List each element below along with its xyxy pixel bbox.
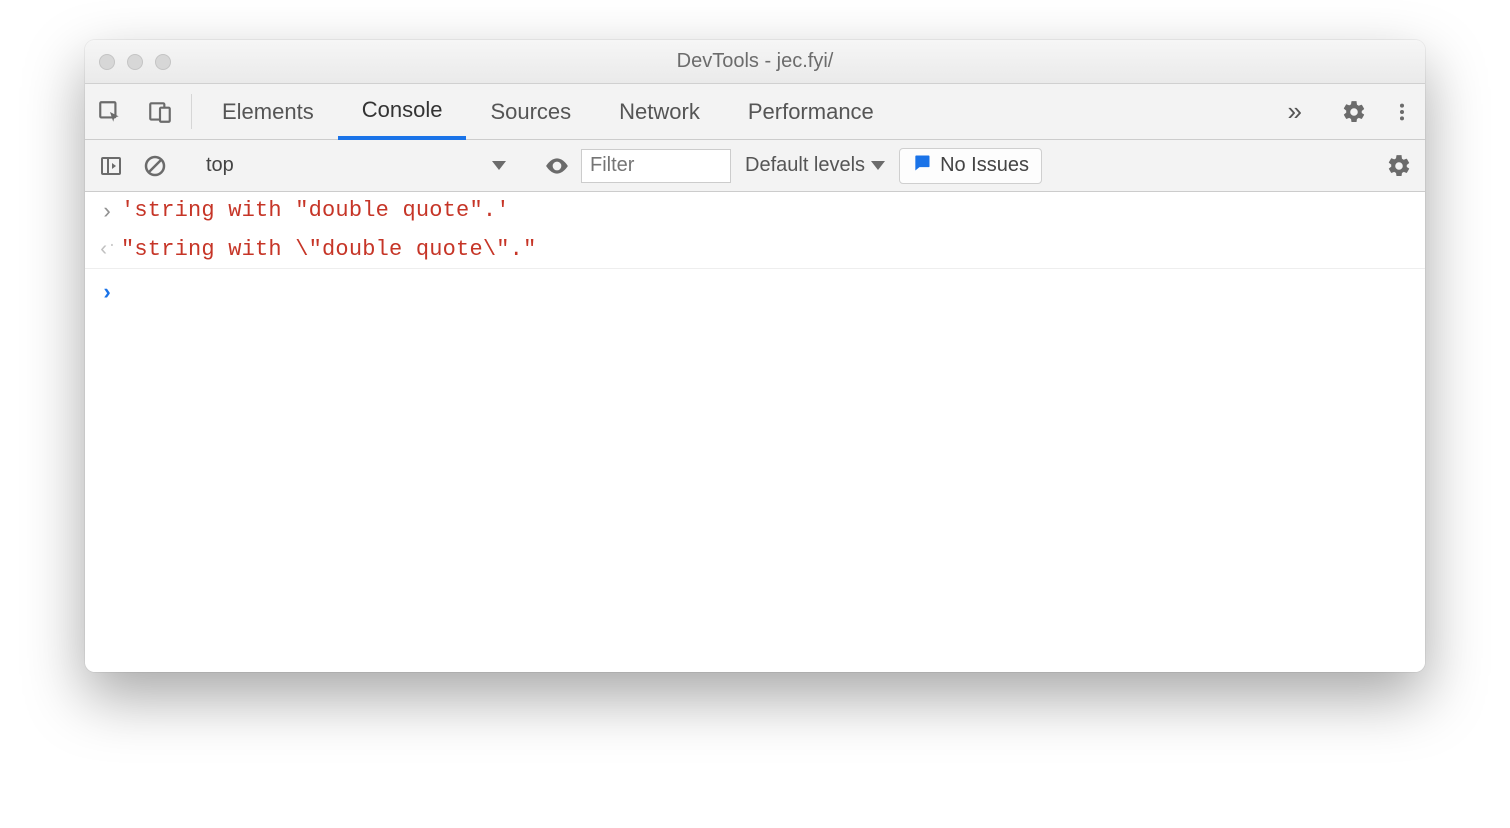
console-output-text: "string with \"double quote\"." — [121, 237, 536, 262]
main-tabs-bar: Elements Console Sources Network Perform… — [85, 84, 1425, 140]
window-title: DevTools - jec.fyi/ — [85, 50, 1425, 73]
context-label: top — [206, 154, 234, 177]
console-prompt-input[interactable] — [121, 279, 1415, 303]
issues-label: No Issues — [940, 154, 1029, 177]
device-toolbar-icon[interactable] — [135, 84, 185, 139]
more-tabs-icon[interactable]: » — [1274, 96, 1316, 127]
chevron-down-icon — [871, 161, 885, 170]
tab-label: Console — [362, 97, 443, 123]
tab-performance[interactable]: Performance — [724, 84, 898, 139]
console-output: 'string with "double quote".' "string wi… — [85, 192, 1425, 672]
traffic-close[interactable] — [99, 54, 115, 70]
traffic-zoom[interactable] — [155, 54, 171, 70]
issues-button[interactable]: No Issues — [899, 148, 1042, 184]
console-row-input: 'string with "double quote".' — [85, 192, 1425, 231]
issues-icon — [912, 153, 932, 179]
tabs-right: » — [1274, 84, 1425, 139]
tab-label: Network — [619, 99, 700, 125]
clear-console-icon[interactable] — [135, 146, 175, 186]
console-toolbar: top Default levels No Issues — [85, 140, 1425, 192]
inspect-element-icon[interactable] — [85, 84, 135, 139]
console-row-output: "string with \"double quote\"." — [85, 231, 1425, 269]
tab-elements[interactable]: Elements — [198, 84, 338, 139]
context-selector[interactable]: top — [196, 154, 516, 177]
console-settings-gear-icon[interactable] — [1379, 146, 1419, 186]
tabs-container: Elements Console Sources Network Perform… — [198, 84, 1274, 139]
levels-label: Default levels — [745, 154, 865, 177]
log-levels-selector[interactable]: Default levels — [735, 154, 895, 177]
tab-console[interactable]: Console — [338, 84, 467, 140]
kebab-menu-icon[interactable] — [1379, 101, 1425, 123]
input-chevron-icon — [93, 198, 121, 225]
console-prompt-row[interactable] — [85, 269, 1425, 312]
tab-network[interactable]: Network — [595, 84, 724, 139]
console-sidebar-toggle-icon[interactable] — [91, 146, 131, 186]
tab-label: Sources — [490, 99, 571, 125]
filter-input[interactable] — [581, 149, 731, 183]
tab-label: Performance — [748, 99, 874, 125]
traffic-lights — [99, 54, 171, 70]
prompt-chevron-icon — [93, 279, 121, 306]
chevron-down-icon — [492, 161, 506, 170]
settings-gear-icon[interactable] — [1329, 99, 1379, 125]
devtools-window: DevTools - jec.fyi/ Elements Console Sou… — [85, 40, 1425, 672]
output-chevron-icon — [93, 237, 121, 262]
tab-sources[interactable]: Sources — [466, 84, 595, 139]
tab-label: Elements — [222, 99, 314, 125]
titlebar: DevTools - jec.fyi/ — [85, 40, 1425, 84]
traffic-minimize[interactable] — [127, 54, 143, 70]
live-expression-eye-icon[interactable] — [537, 146, 577, 186]
divider — [191, 94, 192, 129]
console-input-text: 'string with "double quote".' — [121, 198, 510, 223]
